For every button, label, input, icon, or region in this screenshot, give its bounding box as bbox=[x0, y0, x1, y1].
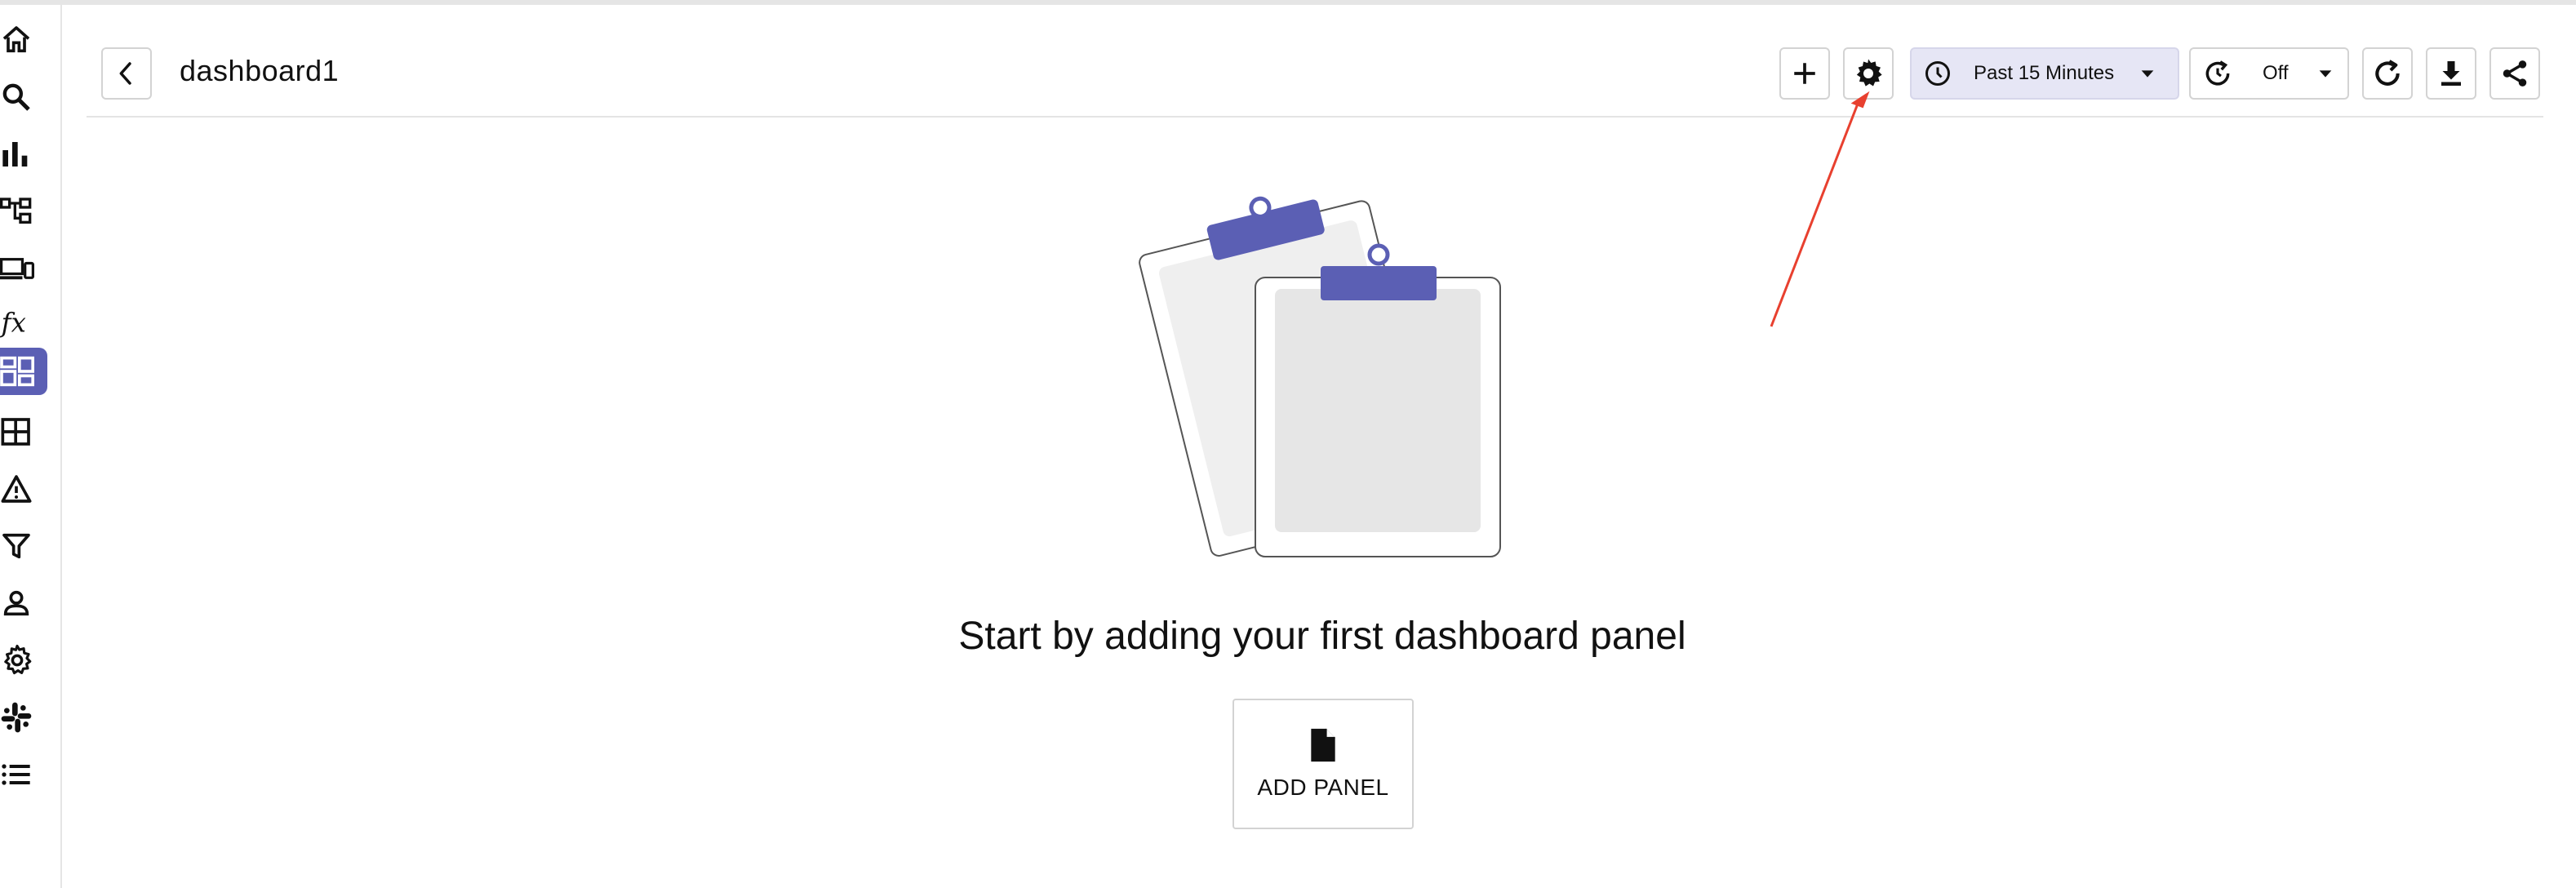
sidebar-item-about[interactable] bbox=[0, 751, 47, 798]
sidebar-item-dashboards[interactable] bbox=[0, 348, 47, 395]
caret-down-icon bbox=[2319, 70, 2331, 78]
back-button[interactable] bbox=[101, 47, 152, 100]
bar-chart-icon bbox=[2, 142, 28, 166]
function-icon: fx bbox=[0, 307, 26, 338]
page: fx dashboard1 Past 15 Minutes Off Start … bbox=[0, 0, 2576, 888]
share-button[interactable] bbox=[2489, 47, 2540, 100]
dashboard-icon bbox=[0, 356, 34, 387]
filter-icon bbox=[2, 533, 30, 559]
time-range-label: Past 15 Minutes bbox=[1974, 62, 2115, 84]
add-panel-button[interactable]: ADD PANEL bbox=[1232, 699, 1414, 829]
chevron-left-icon bbox=[119, 62, 131, 85]
sidebar-item-functions[interactable]: fx bbox=[0, 299, 47, 346]
file-icon bbox=[1311, 728, 1335, 762]
time-range-picker[interactable]: Past 15 Minutes bbox=[1910, 47, 2179, 100]
sidebar: fx bbox=[0, 5, 62, 888]
sidebar-item-slack[interactable] bbox=[0, 694, 47, 741]
refresh-interval-icon bbox=[2205, 60, 2230, 86]
top-border bbox=[0, 0, 2576, 5]
clipboards-illustration bbox=[1139, 196, 1501, 557]
sidebar-item-search[interactable] bbox=[0, 73, 47, 121]
share-icon bbox=[2503, 60, 2527, 87]
sidebar-item-home[interactable] bbox=[0, 16, 47, 64]
sidebar-item-alerts[interactable] bbox=[0, 465, 47, 513]
alert-icon bbox=[1, 475, 32, 503]
svg-text:fx: fx bbox=[0, 307, 26, 338]
refresh-button[interactable] bbox=[2362, 47, 2413, 100]
search-icon bbox=[2, 83, 30, 111]
page-title: dashboard1 bbox=[180, 54, 340, 87]
download-button[interactable] bbox=[2426, 47, 2476, 100]
hierarchy-icon bbox=[0, 198, 32, 224]
refresh-icon bbox=[2375, 60, 2400, 86]
home-icon bbox=[2, 26, 30, 53]
list-icon bbox=[2, 764, 30, 785]
sidebar-item-pipelines[interactable] bbox=[0, 522, 47, 570]
sidebar-item-traces[interactable] bbox=[0, 188, 47, 235]
auto-refresh-picker[interactable]: Off bbox=[2189, 47, 2349, 100]
table-icon bbox=[1, 418, 30, 446]
empty-state-message: Start by adding your first dashboard pan… bbox=[958, 615, 1686, 658]
auto-refresh-label: Off bbox=[2263, 62, 2289, 84]
sidebar-item-streams[interactable] bbox=[0, 408, 47, 455]
slack-icon bbox=[1, 702, 32, 733]
caret-down-icon bbox=[2141, 70, 2154, 78]
dashboard-header: dashboard1 Past 15 Minutes Off bbox=[87, 42, 2543, 118]
annotation-arrow bbox=[1770, 91, 1870, 327]
download-icon bbox=[2441, 61, 2461, 86]
add-panel-label: ADD PANEL bbox=[1257, 775, 1389, 800]
clock-icon bbox=[1925, 61, 1950, 86]
sidebar-item-rum[interactable] bbox=[0, 245, 47, 292]
devices-icon bbox=[0, 258, 34, 280]
sidebar-item-metrics[interactable] bbox=[0, 131, 47, 178]
